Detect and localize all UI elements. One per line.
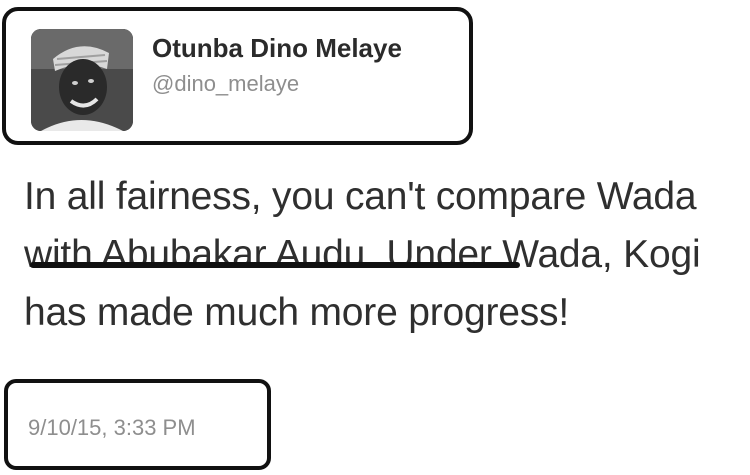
timestamp-highlight-box: 9/10/15, 3:33 PM xyxy=(4,379,271,470)
underline-annotation xyxy=(30,262,520,268)
tweet-timestamp[interactable]: 9/10/15, 3:33 PM xyxy=(28,415,196,441)
display-name[interactable]: Otunba Dino Melaye xyxy=(152,33,402,64)
user-handle[interactable]: @dino_melaye xyxy=(152,71,299,97)
profile-photo-icon xyxy=(31,29,133,131)
author-highlight-box: Otunba Dino Melaye @dino_melaye xyxy=(2,7,473,145)
avatar[interactable] xyxy=(31,29,133,131)
tweet-card: Otunba Dino Melaye @dino_melaye In all f… xyxy=(0,0,750,475)
tweet-text: In all fairness, you can't compare Wada … xyxy=(24,175,701,334)
